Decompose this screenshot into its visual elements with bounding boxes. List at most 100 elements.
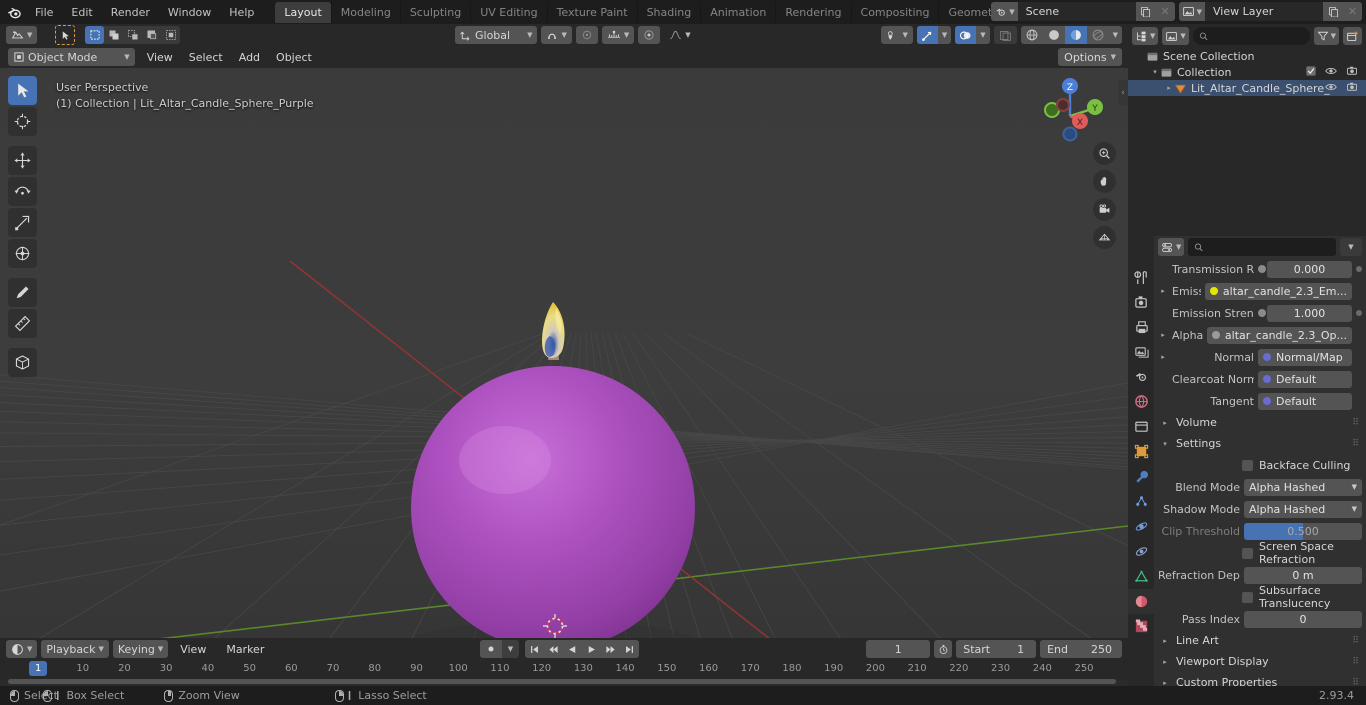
outliner-display-mode-button[interactable]: ▼ (1162, 27, 1189, 45)
outliner-row[interactable]: ▾ Collection (1128, 64, 1366, 80)
animate-decorator[interactable] (1356, 266, 1362, 272)
property-row[interactable]: ▸ Emission altar_candle_2.3_Em... (1154, 280, 1366, 302)
viewport-menu-object[interactable]: Object (268, 49, 320, 66)
value-field[interactable]: 0 (1244, 610, 1362, 628)
object-visibility-button[interactable]: ▼ (881, 26, 913, 44)
workspace-tab-compositing[interactable]: Compositing (850, 1, 939, 23)
tweak-tool[interactable] (8, 76, 37, 105)
blender-logo-icon[interactable] (0, 0, 26, 24)
blend-mode-row[interactable]: Blend Mode Alpha Hashed ▼ (1154, 476, 1366, 498)
zoom-icon[interactable] (1093, 142, 1116, 165)
viewlayer-tab[interactable] (1128, 339, 1154, 364)
wireframe-shading-icon[interactable] (1021, 26, 1043, 44)
hand-icon[interactable] (1093, 170, 1116, 193)
auto-keying-icon[interactable] (480, 640, 502, 658)
expand-triangle[interactable]: ▾ (1150, 68, 1160, 76)
outliner-search-field[interactable] (1212, 29, 1304, 43)
viewlayer-name-field[interactable]: View Layer (1205, 2, 1323, 21)
hide-eye-icon[interactable] (1325, 66, 1337, 79)
overlays-dropdown-icon[interactable]: ▼ (976, 26, 989, 44)
property-slider[interactable]: 1.000 (1267, 304, 1352, 322)
property-node-field[interactable]: altar_candle_2.3_Em... (1204, 282, 1352, 300)
backface-culling-row[interactable]: Backface Culling (1154, 454, 1366, 476)
proportional-falloff-curve[interactable]: ▼ (664, 26, 695, 44)
output-tab[interactable] (1128, 314, 1154, 339)
next-keyframe-icon[interactable] (601, 640, 620, 658)
section-triangle[interactable]: ▸ (1160, 679, 1170, 687)
property-slider[interactable]: 0.000 (1267, 260, 1352, 278)
move-tool[interactable] (8, 146, 37, 175)
checkbox[interactable] (1242, 459, 1253, 471)
viewlayer-browse-icon[interactable]: ▼ (1178, 2, 1205, 21)
outliner-row-toggles[interactable] (1325, 81, 1358, 95)
auto-keying-dropdown[interactable]: ▼ (502, 640, 519, 658)
timeline-marker-menu[interactable]: Marker (218, 641, 272, 658)
section-line-art[interactable]: ▸ Line Art ⠿ (1154, 630, 1366, 651)
render-tab[interactable] (1128, 289, 1154, 314)
checkbox[interactable] (1242, 591, 1253, 603)
animate-decorator[interactable] (1356, 310, 1362, 316)
menu-help[interactable]: Help (220, 3, 263, 22)
viewport-nav-icons[interactable] (1093, 142, 1116, 249)
scene-id-block[interactable]: ▼ Scene ✕ (991, 2, 1175, 21)
playback-menu[interactable]: Playback ▼ (41, 640, 109, 658)
play-icon[interactable] (582, 640, 601, 658)
proportional-edit-button[interactable] (575, 26, 598, 44)
section-custom-properties[interactable]: ▸ Custom Properties ⠿ (1154, 672, 1366, 686)
checkbox[interactable] (1242, 547, 1253, 559)
menu-edit[interactable]: Edit (62, 3, 101, 22)
section-triangle[interactable]: ▸ (1160, 658, 1170, 666)
drag-grip-icon[interactable]: ⠿ (1352, 657, 1360, 667)
workspace-tab-rendering[interactable]: Rendering (775, 1, 850, 23)
prev-keyframe-icon[interactable] (544, 640, 563, 658)
properties-tab-column[interactable] (1128, 236, 1154, 686)
constraints-tab[interactable] (1128, 539, 1154, 564)
viewport-menu-view[interactable]: View (139, 49, 181, 66)
end-frame-field[interactable]: End 250 (1040, 640, 1122, 658)
active-tool-icon[interactable] (55, 25, 76, 45)
collection-checkbox[interactable] (1306, 65, 1316, 79)
select-set-icon[interactable] (85, 26, 105, 44)
particles-tab[interactable] (1128, 489, 1154, 514)
play-reverse-icon[interactable] (563, 640, 582, 658)
outliner-row[interactable]: ▸ Lit_Altar_Candle_Sphere_ (1128, 80, 1366, 96)
scene-tab[interactable] (1128, 364, 1154, 389)
shadow-mode-row[interactable]: Shadow Mode Alpha Hashed ▼ (1154, 498, 1366, 520)
viewport-toolbar[interactable] (8, 76, 37, 377)
object-tab[interactable] (1128, 439, 1154, 464)
section-settings[interactable]: ▾ Settings ⠿ (1154, 433, 1366, 454)
physics-tab[interactable] (1128, 514, 1154, 539)
playhead[interactable]: 1 (29, 661, 48, 676)
world-tab[interactable] (1128, 389, 1154, 414)
scene-unlink-icon[interactable]: ✕ (1155, 2, 1175, 21)
workspace-tab-modeling[interactable]: Modeling (330, 1, 400, 23)
timeline-horizontal-scrollbar[interactable] (8, 679, 1116, 684)
workspace-tab-layout[interactable]: Layout (275, 1, 331, 23)
workspace-tab-sculpting[interactable]: Sculpting (399, 1, 470, 23)
property-row[interactable]: ▸ Alpha altar_candle_2.3_Op... (1154, 324, 1366, 346)
expand-triangle[interactable]: ▸ (1158, 353, 1168, 361)
viewlayer-new-icon[interactable] (1323, 2, 1343, 21)
property-node-field[interactable]: altar_candle_2.3_Op... (1206, 326, 1352, 344)
disable-render-icon[interactable] (1346, 81, 1358, 95)
transform-tool[interactable] (8, 239, 37, 268)
transport-controls[interactable] (525, 640, 639, 658)
scene-name-field[interactable]: Scene (1017, 2, 1136, 21)
rendered-shading-icon[interactable] (1087, 26, 1109, 44)
filter-icon[interactable]: ▼ (1313, 27, 1339, 45)
jump-end-icon[interactable] (620, 640, 639, 658)
screen-space-refraction-row[interactable]: Screen Space Refraction (1154, 540, 1366, 566)
navigation-gizmo[interactable]: Z Y X (1030, 72, 1110, 152)
overlays-group[interactable]: ▼ (955, 26, 990, 44)
menu-file[interactable]: File (26, 3, 62, 22)
stopwatch-icon[interactable] (934, 640, 953, 658)
property-row[interactable]: Tangent Default (1154, 390, 1366, 412)
menu-window[interactable]: Window (159, 3, 220, 22)
add-cube-tool[interactable] (8, 348, 37, 377)
property-node-field[interactable]: Default (1258, 370, 1352, 388)
viewlayer-unlink-icon[interactable]: ✕ (1343, 2, 1362, 21)
measure-tool[interactable] (8, 309, 37, 338)
gizmo-group[interactable]: ▼ (916, 26, 952, 44)
property-row[interactable]: Transmission R... 0.000 (1154, 258, 1366, 280)
outliner-row-toggles[interactable] (1306, 65, 1358, 79)
